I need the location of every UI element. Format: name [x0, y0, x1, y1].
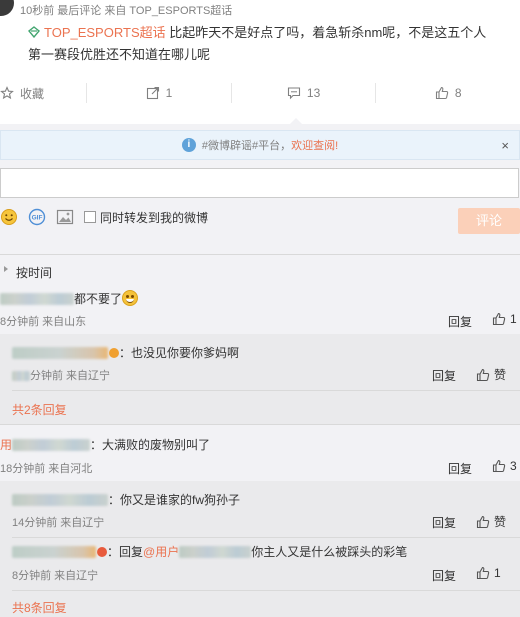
divider	[12, 590, 520, 591]
repost-button[interactable]: 1	[87, 83, 232, 103]
comment-2-username-prefix[interactable]: 用	[0, 438, 12, 452]
thumbs-up-icon	[492, 312, 506, 326]
close-icon[interactable]: ×	[501, 138, 509, 153]
thumbs-up-icon	[492, 459, 506, 473]
reply-1-1-like-button[interactable]: 赞	[476, 366, 506, 383]
gif-icon[interactable]: GIF	[28, 208, 46, 226]
comment-1-reply-button[interactable]: 回复	[448, 313, 472, 330]
comment-count: 13	[306, 86, 321, 100]
reply-2-2-text: ：回复@用户 你主人又是什么被踩头的彩笔	[12, 544, 407, 560]
thumbs-up-icon	[476, 515, 490, 528]
divider	[0, 424, 520, 425]
comment-2-meta: 18分钟前 来自河北	[0, 463, 93, 475]
comment-composer: i #微博辟谣#平台，欢迎查阅! × GIF 同时转发到我的微博 评论	[0, 124, 520, 254]
reply-2-2-username-blurred[interactable]	[12, 546, 96, 558]
comment-1-meta: 8分钟前 来自山东	[0, 316, 87, 328]
thumbs-up-icon	[435, 86, 449, 100]
rumor-notice: i #微博辟谣#平台，欢迎查阅! ×	[0, 130, 520, 160]
comment-2-like-button[interactable]: 3	[492, 459, 517, 473]
post-text-line1: 比起昨天不是好点了吗，着急斩杀nm呢，不是这五个人	[165, 25, 487, 40]
like-button[interactable]: 8	[376, 83, 520, 103]
super-topic-icon	[28, 26, 40, 38]
notice-link[interactable]: 欢迎查阅!	[291, 140, 338, 152]
sort-bar: 按时间	[0, 254, 520, 284]
reply-2-2-like-count: 1	[494, 566, 501, 580]
divider	[0, 254, 520, 255]
reply-2-1-meta: 14分钟前 来自辽宁	[12, 517, 105, 529]
reply-2-1-reply-button[interactable]: 回复	[432, 514, 456, 531]
reply-1-1-text: ：也没见你要你爹妈啊	[12, 345, 239, 361]
emoji-icon[interactable]	[0, 208, 18, 226]
reply-2-2-mention[interactable]: @用户	[143, 545, 252, 559]
divider	[12, 390, 520, 391]
sort-arrow-icon	[4, 266, 8, 272]
reply-2-1-username-blurred[interactable]	[12, 494, 108, 506]
post-meta: 10秒前 最后评论 来自 TOP_ESPORTS超话	[20, 5, 233, 17]
grin-emoji-icon	[122, 290, 139, 306]
repost-checkbox[interactable]	[84, 211, 96, 223]
reply-1-1-meta: 分钟前 来自辽宁	[12, 367, 110, 383]
sort-by-time[interactable]: 按时间	[16, 264, 52, 281]
reply-1-1-reply-button[interactable]: 回复	[432, 367, 456, 384]
comment-2-more-replies[interactable]: 共8条回复	[12, 599, 67, 616]
avatar[interactable]	[0, 0, 14, 16]
comment-1-username-blurred[interactable]	[0, 293, 74, 305]
weibo-post: 10秒前 最后评论 来自 TOP_ESPORTS超话 TOP_ESPORTS超话…	[0, 0, 520, 124]
comment-1-more-replies[interactable]: 共2条回复	[12, 401, 67, 418]
info-icon: i	[181, 138, 196, 152]
vip-badge-icon	[109, 348, 119, 358]
submit-comment-button[interactable]: 评论	[458, 208, 520, 234]
notice-text: #微博辟谣#平台，欢迎查阅!	[201, 140, 339, 152]
super-topic-link[interactable]: TOP_ESPORTS超话	[44, 25, 166, 40]
repost-checkbox-label: 同时转发到我的微博	[100, 210, 209, 225]
comment-2-reply-button[interactable]: 回复	[448, 460, 472, 477]
reply-1-1-username-blurred[interactable]	[12, 347, 108, 359]
comment-icon	[287, 87, 300, 100]
comment-2-text: 用：大满败的废物别叫了	[0, 438, 211, 452]
comment-1-text: 都不要了	[0, 290, 139, 307]
repost-count: 1	[165, 86, 173, 100]
reply-2-2-meta: 8分钟前 来自辽宁	[12, 570, 99, 582]
thumbs-up-icon	[476, 368, 490, 381]
like-count: 8	[454, 86, 462, 100]
thumbs-up-icon	[476, 566, 490, 580]
divider	[12, 537, 520, 538]
reply-2-2-like-button[interactable]: 1	[476, 566, 501, 580]
reply-2-1-like-label: 赞	[494, 515, 507, 529]
comment-button[interactable]: 13	[232, 83, 377, 103]
post-text-line2: 第一赛段优胜还不知道在哪儿呢	[28, 47, 211, 62]
reply-2-1-text: ：你又是谁家的fw狗孙子	[12, 492, 240, 508]
comment-input[interactable]	[0, 168, 519, 198]
reply-2-2-reply-button[interactable]: 回复	[432, 567, 456, 584]
image-icon[interactable]	[56, 208, 74, 226]
svg-text:GIF: GIF	[32, 215, 43, 222]
comment-2-like-count: 3	[510, 459, 517, 473]
composer-tools: GIF 同时转发到我的微博	[0, 206, 520, 228]
comment-2-username-blurred[interactable]	[12, 439, 91, 451]
reply-2-1-like-button[interactable]: 赞	[476, 513, 506, 530]
post-action-bar: 收藏 1 13 8	[0, 78, 520, 108]
favorite-button[interactable]: 收藏	[0, 83, 88, 103]
star-icon	[0, 86, 14, 100]
repost-icon	[146, 86, 159, 100]
reply-1-1-like-label: 赞	[494, 368, 507, 382]
vip-badge-icon	[97, 547, 107, 557]
comment-1-like-button[interactable]: 1	[492, 312, 517, 326]
post-content: TOP_ESPORTS超话 比起昨天不是好点了吗，着急斩杀nm呢，不是这五个人 …	[28, 22, 518, 66]
comment-1-like-count: 1	[510, 312, 517, 326]
favorite-label: 收藏	[20, 86, 45, 101]
